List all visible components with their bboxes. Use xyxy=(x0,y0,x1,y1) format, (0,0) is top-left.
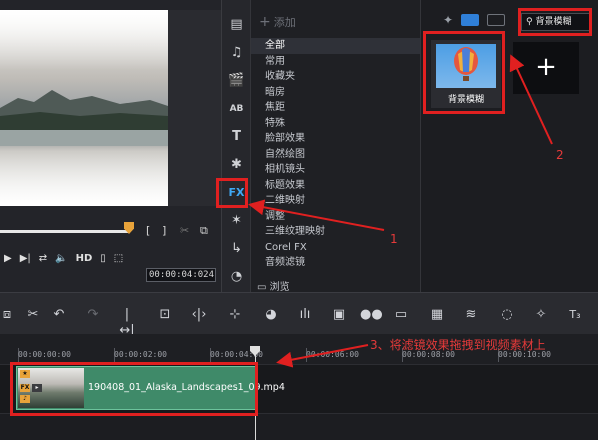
annotation-arrows xyxy=(248,54,553,368)
annotation-label-3: 3、将滤镜效果拖拽到视频素材上 xyxy=(370,338,546,352)
annotation-label-1: 1 xyxy=(390,232,398,246)
annotation-label-2: 2 xyxy=(556,148,564,162)
